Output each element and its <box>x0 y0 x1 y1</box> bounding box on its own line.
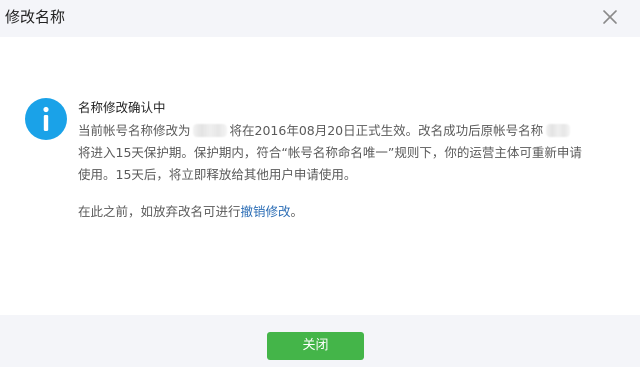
close-button[interactable]: 关闭 <box>267 332 364 360</box>
dialog-body: 名称修改确认中 当前帐号名称修改为 将在2016年08月20日正式生效。改名成功后… <box>0 37 640 315</box>
rename-dialog: 修改名称 名称修改确认中 当前帐号名称修改为 将在2016年08月20日正式生效。… <box>0 0 640 367</box>
dialog-header: 修改名称 <box>0 0 640 37</box>
redacted-new-name <box>192 124 227 137</box>
message-line-1: 当前帐号名称修改为 将在2016年08月20日正式生效。改名成功后原帐号名称 <box>78 120 613 142</box>
message-line-1-end: 将在2016年08月20日正式生效。改名成功后原帐号名称 <box>229 123 544 138</box>
message-line-3: 使用。15天后，将立即释放给其他用户申请使用。 <box>78 167 357 182</box>
message-block: 名称修改确认中 当前帐号名称修改为 将在2016年08月20日正式生效。改名成功后… <box>78 99 613 222</box>
revoke-change-link[interactable]: 撤销修改 <box>241 204 291 219</box>
message-line-1-start: 当前帐号名称修改为 <box>78 123 191 138</box>
note-suffix: 。 <box>290 204 304 219</box>
message-line-2: 将进入15天保护期。保护期内，符合“帐号名称命名唯一”规则下，你的运营主体可重新… <box>78 145 582 160</box>
note-prefix: 在此之前，如放弃改名可进行 <box>78 204 241 219</box>
close-x-icon[interactable] <box>598 5 622 29</box>
redacted-old-name <box>546 124 571 137</box>
info-icon <box>25 98 67 140</box>
dialog-title: 修改名称 <box>5 8 66 26</box>
dialog-footer: 关闭 <box>0 315 640 367</box>
message-title: 名称修改确认中 <box>78 100 166 115</box>
message-note: 在此之前，如放弃改名可进行撤销修改。 <box>78 202 613 222</box>
